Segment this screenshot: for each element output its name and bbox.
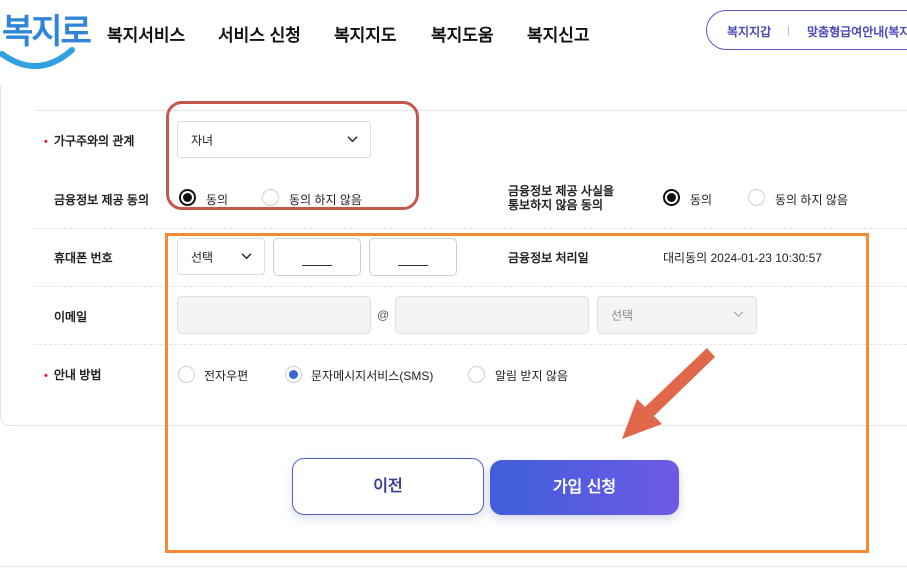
site-header: 복지로 복지서비스 서비스 신청 복지지도 복지도움 복지신고 복지지갑 맞춤형… xyxy=(0,0,907,86)
nav-welfare-map[interactable]: 복지지도 xyxy=(334,21,397,46)
site-logo[interactable]: 복지로 xyxy=(0,0,92,78)
required-dot: • xyxy=(44,136,48,148)
logo-smile-icon xyxy=(0,47,75,69)
nav-service-apply[interactable]: 서비스 신청 xyxy=(218,21,301,46)
phone-label: 휴대폰 번호 xyxy=(54,251,113,265)
finance-consent-label: 금융정보 제공 동의 xyxy=(54,193,149,207)
utility-menu: 복지지갑 맞춤형급여안내(복지 xyxy=(706,10,907,50)
relation-label: • 가구주와의 관계 xyxy=(44,134,135,148)
nav-welfare-report[interactable]: 복지신고 xyxy=(527,21,590,46)
nav-welfare-service[interactable]: 복지서비스 xyxy=(107,21,185,46)
highlight-box-red xyxy=(166,101,419,210)
row-divider xyxy=(34,228,907,229)
finance-notify-agree-radio[interactable] xyxy=(663,189,680,206)
finance-notify-agree-text: 동의 xyxy=(690,193,713,207)
finance-notify-disagree-text: 동의 하지 않음 xyxy=(775,193,848,207)
util-divider xyxy=(788,26,789,36)
row-divider xyxy=(34,110,907,111)
email-label: 이메일 xyxy=(54,310,88,324)
page-bottom-divider xyxy=(0,566,907,567)
finance-notify-label: 금융정보 제공 사실을 통보하지 않음 동의 xyxy=(508,184,615,212)
arrow-down-left-icon xyxy=(622,348,715,439)
highlight-box-orange xyxy=(165,233,869,553)
util-custom-benefit[interactable]: 맞춤형급여안내(복지 xyxy=(807,23,907,40)
finance-notify-disagree-radio[interactable] xyxy=(748,189,765,206)
nav-welfare-help[interactable]: 복지도움 xyxy=(431,21,494,46)
util-welfare-wallet[interactable]: 복지지갑 xyxy=(727,23,771,40)
notice-method-label: • 안내 방법 xyxy=(44,368,102,382)
required-dot: • xyxy=(44,370,48,382)
